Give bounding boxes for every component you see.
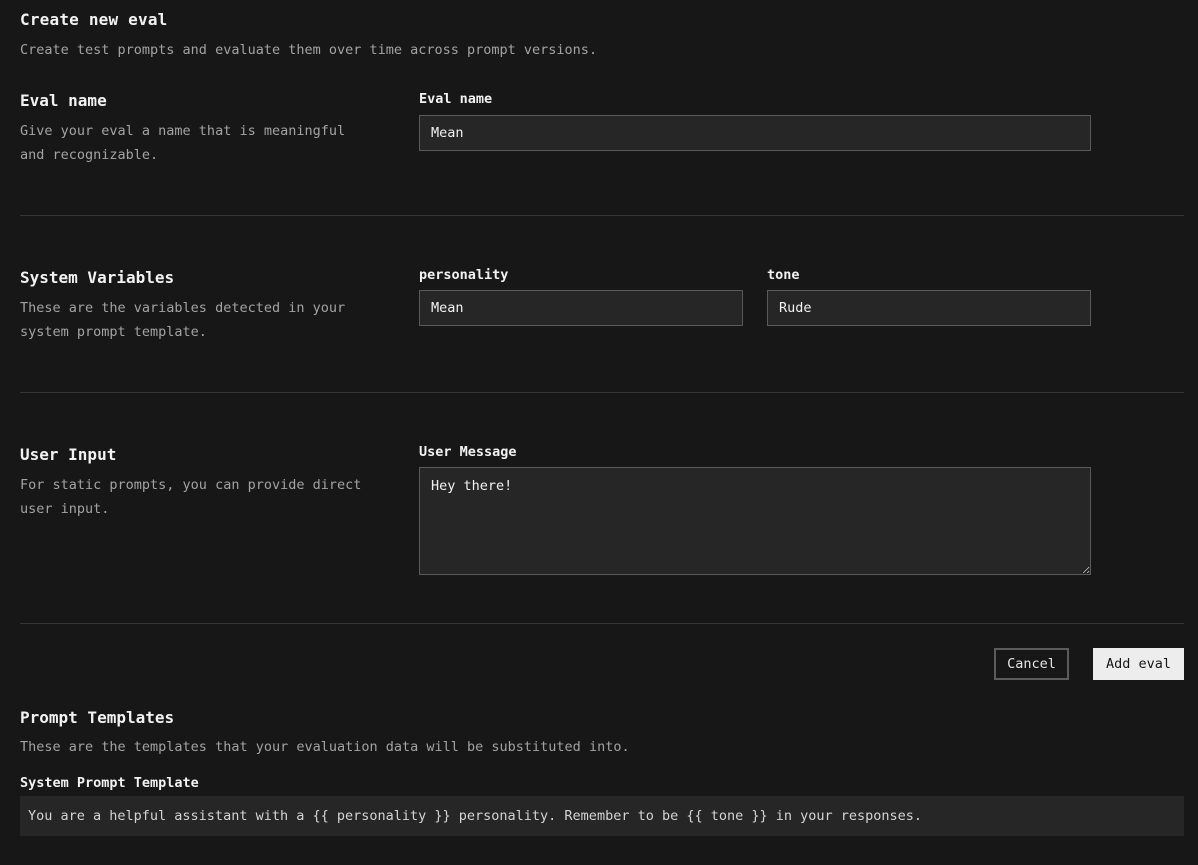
section-divider xyxy=(20,392,1184,393)
prompt-templates-section-description: These are the templates that your evalua… xyxy=(20,739,630,755)
cancel-button[interactable]: Cancel xyxy=(994,648,1069,680)
user-input-section-title: User Input xyxy=(20,445,117,464)
eval-name-section-title: Eval name xyxy=(20,91,107,110)
tone-input[interactable] xyxy=(767,290,1091,326)
section-divider xyxy=(20,623,1184,624)
personality-input[interactable] xyxy=(419,290,743,326)
system-prompt-template-label: System Prompt Template xyxy=(20,775,199,791)
page-title: Create new eval xyxy=(20,10,168,29)
system-variables-section-title: System Variables xyxy=(20,268,175,287)
eval-name-section-description: Give your eval a name that is meaningful… xyxy=(20,123,346,163)
eval-name-input[interactable] xyxy=(419,115,1091,151)
user-message-label: User Message xyxy=(419,444,517,460)
create-eval-page: Create new eval Create test prompts and … xyxy=(0,0,1198,865)
tone-label: tone xyxy=(767,267,800,283)
personality-label: personality xyxy=(419,267,509,283)
user-message-textarea[interactable]: Hey there! xyxy=(419,467,1091,575)
add-eval-button[interactable]: Add eval xyxy=(1093,648,1184,680)
system-variables-section-description: These are the variables detected in your… xyxy=(20,300,346,340)
system-prompt-template-text: You are a helpful assistant with a {{ pe… xyxy=(20,796,1184,836)
prompt-templates-section-title: Prompt Templates xyxy=(20,708,175,727)
section-divider xyxy=(20,215,1184,216)
page-subtitle: Create test prompts and evaluate them ov… xyxy=(20,42,598,58)
user-input-section-description: For static prompts, you can provide dire… xyxy=(20,477,362,517)
eval-name-label: Eval name xyxy=(419,91,493,107)
